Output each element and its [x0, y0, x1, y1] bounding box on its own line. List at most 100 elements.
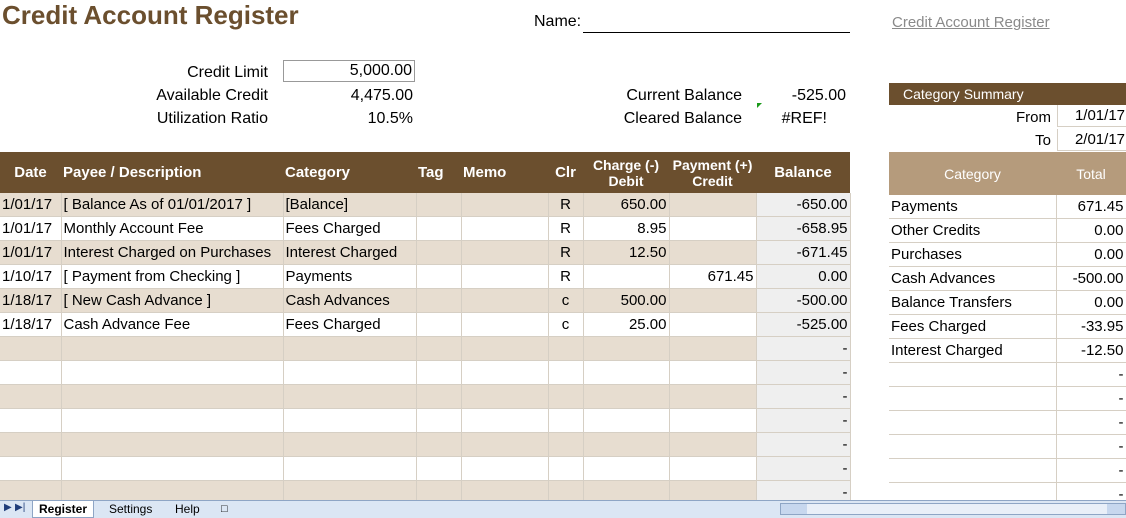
register-row[interactable]: 1/10/17[ Payment from Checking ] Payments…: [0, 264, 851, 289]
summary-cell-category[interactable]: [889, 386, 1057, 411]
summary-cell-category[interactable]: Purchases: [889, 242, 1057, 267]
cell-payment[interactable]: [669, 193, 757, 217]
cell-charge[interactable]: 12.50: [583, 240, 670, 265]
cell-memo[interactable]: [461, 432, 549, 457]
cell-clr[interactable]: [548, 408, 584, 433]
cell-clr[interactable]: c: [548, 288, 584, 313]
cell-payee[interactable]: [61, 384, 284, 409]
cell-memo[interactable]: [461, 312, 549, 337]
cell-date[interactable]: [0, 456, 62, 481]
tab-scroll-left-icon[interactable]: ▶: [4, 502, 12, 513]
cell-date[interactable]: [0, 336, 62, 361]
register-row[interactable]: -: [0, 432, 851, 457]
cell-memo[interactable]: [461, 456, 549, 481]
cell-payee[interactable]: [61, 432, 284, 457]
cell-payment[interactable]: [669, 240, 757, 265]
cell-clr[interactable]: [548, 360, 584, 385]
cell-category[interactable]: [283, 336, 417, 361]
cell-payee[interactable]: [61, 408, 284, 433]
cell-payment[interactable]: [669, 432, 757, 457]
cell-tag[interactable]: [416, 384, 462, 409]
cell-memo[interactable]: [461, 360, 549, 385]
cell-clr[interactable]: c: [548, 312, 584, 337]
cell-tag[interactable]: [416, 336, 462, 361]
cell-payee[interactable]: [61, 456, 284, 481]
cell-memo[interactable]: [461, 240, 549, 265]
register-row[interactable]: 1/01/17 Monthly Account Fee Fees Charged R 8…: [0, 216, 851, 241]
cell-category[interactable]: [283, 384, 417, 409]
new-sheet-icon[interactable]: □: [215, 501, 234, 517]
register-row[interactable]: 1/18/17[ New Cash Advance ] Cash Advances…: [0, 288, 851, 313]
cell-tag[interactable]: [416, 360, 462, 385]
cell-payee[interactable]: [ New Cash Advance ]: [61, 288, 284, 313]
summary-cell-category[interactable]: Payments: [889, 195, 1057, 219]
cell-category[interactable]: [283, 408, 417, 433]
cell-payee[interactable]: Interest Charged on Purchases: [61, 240, 284, 265]
name-input-line[interactable]: [583, 31, 850, 33]
summary-cell-category[interactable]: [889, 434, 1057, 459]
cell-category[interactable]: [283, 360, 417, 385]
cell-memo[interactable]: [461, 408, 549, 433]
cell-date[interactable]: 1/18/17: [0, 312, 62, 337]
cell-clr[interactable]: [548, 432, 584, 457]
col-payment[interactable]: Payment (+) Credit: [669, 152, 756, 193]
cell-date[interactable]: 1/18/17: [0, 288, 62, 313]
cell-payee[interactable]: [61, 360, 284, 385]
cell-tag[interactable]: [416, 312, 462, 337]
cell-payment[interactable]: [669, 384, 757, 409]
cell-tag[interactable]: [416, 193, 462, 217]
scrollbar-thumb[interactable]: [807, 504, 1107, 514]
cell-tag[interactable]: [416, 264, 462, 289]
cell-memo[interactable]: [461, 193, 549, 217]
register-row[interactable]: 1/18/17 Cash Advance Fee Fees Charged c 25.0…: [0, 312, 851, 337]
summary-cell-category[interactable]: Cash Advances: [889, 266, 1057, 291]
tab-settings[interactable]: Settings: [103, 501, 158, 517]
cell-charge[interactable]: [583, 432, 670, 457]
cell-clr[interactable]: R: [548, 240, 584, 265]
cell-category[interactable]: [283, 432, 417, 457]
summary-cell-category[interactable]: [889, 362, 1057, 387]
col-payee[interactable]: Payee / Description: [61, 152, 283, 193]
register-row[interactable]: 1/01/17 Interest Charged on Purchases Inte…: [0, 240, 851, 265]
summary-cell-category[interactable]: [889, 410, 1057, 435]
cell-memo[interactable]: [461, 336, 549, 361]
register-link[interactable]: Credit Account Register: [892, 14, 1050, 31]
cell-category[interactable]: Interest Charged: [283, 240, 417, 265]
cell-date[interactable]: 1/10/17: [0, 264, 62, 289]
col-clr[interactable]: Clr: [548, 152, 583, 193]
cell-charge[interactable]: [583, 384, 670, 409]
summary-cell-category[interactable]: [889, 458, 1057, 483]
summary-cell-category[interactable]: Fees Charged: [889, 314, 1057, 339]
to-date-cell[interactable]: 2/01/17: [1057, 129, 1126, 151]
summary-cell-category[interactable]: Other Credits: [889, 218, 1057, 243]
cell-tag[interactable]: [416, 216, 462, 241]
cell-date[interactable]: [0, 360, 62, 385]
cell-charge[interactable]: [583, 264, 670, 289]
cell-payment[interactable]: [669, 288, 757, 313]
register-row[interactable]: -: [0, 360, 851, 385]
cell-tag[interactable]: [416, 240, 462, 265]
col-date[interactable]: Date: [0, 152, 61, 193]
cell-charge[interactable]: 500.00: [583, 288, 670, 313]
col-tag[interactable]: Tag: [416, 152, 461, 193]
register-row[interactable]: -: [0, 408, 851, 433]
register-row[interactable]: -: [0, 456, 851, 481]
cell-payment[interactable]: [669, 336, 757, 361]
cell-clr[interactable]: R: [548, 216, 584, 241]
col-balance[interactable]: Balance: [756, 152, 850, 193]
cell-memo[interactable]: [461, 264, 549, 289]
register-row[interactable]: -: [0, 384, 851, 409]
cell-tag[interactable]: [416, 456, 462, 481]
cell-charge[interactable]: 8.95: [583, 216, 670, 241]
cell-category[interactable]: Fees Charged: [283, 312, 417, 337]
cell-payee[interactable]: [ Payment from Checking ]: [61, 264, 284, 289]
cell-charge[interactable]: [583, 456, 670, 481]
tab-help[interactable]: Help: [169, 501, 206, 517]
cell-category[interactable]: Cash Advances: [283, 288, 417, 313]
cell-clr[interactable]: R: [548, 264, 584, 289]
col-memo[interactable]: Memo: [461, 152, 548, 193]
register-row[interactable]: -: [0, 336, 851, 361]
tab-register[interactable]: Register: [32, 501, 95, 518]
cell-memo[interactable]: [461, 384, 549, 409]
cell-clr[interactable]: [548, 336, 584, 361]
